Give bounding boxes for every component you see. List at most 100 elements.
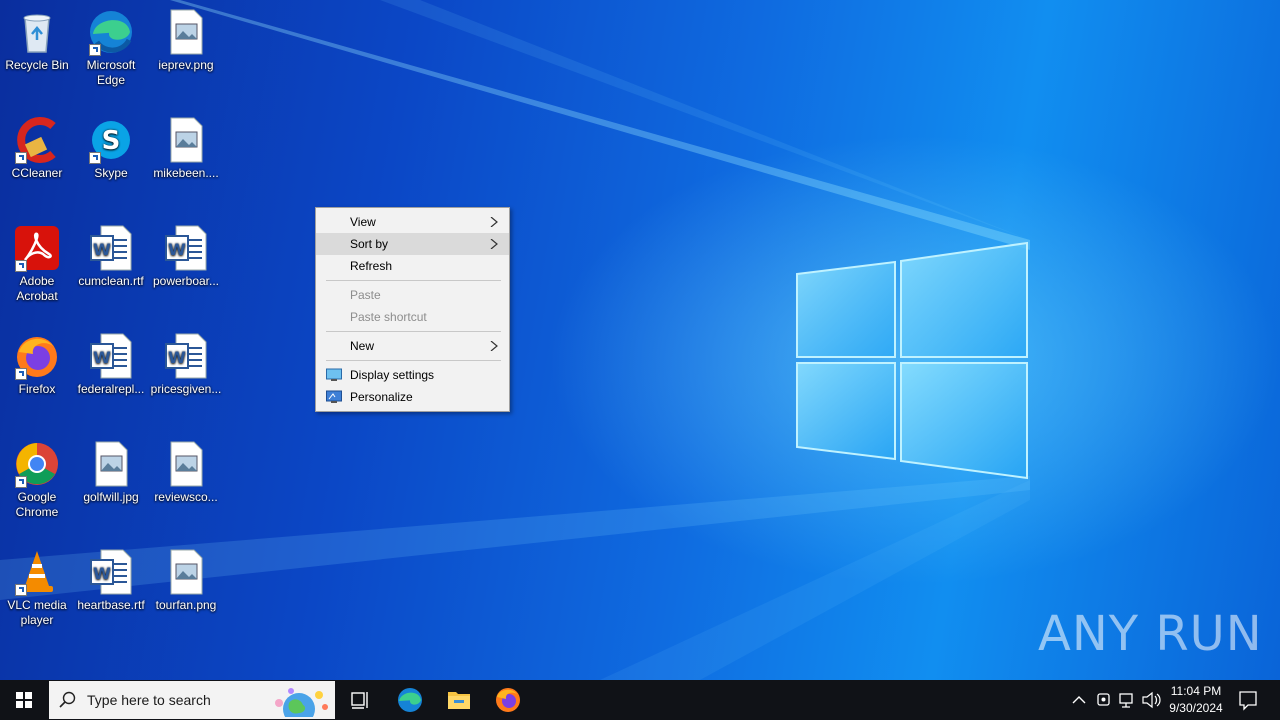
- menu-item-label: Display settings: [350, 368, 435, 382]
- icon-label: Skype: [94, 166, 128, 180]
- word-file-icon: W: [90, 225, 132, 271]
- word-file-icon: W: [165, 225, 207, 271]
- network-icon[interactable]: [1116, 680, 1138, 720]
- anyrun-watermark: ANY RUN: [1038, 606, 1263, 662]
- windows-start-icon: [16, 692, 32, 708]
- icon-label: Adobe Acrobat: [16, 274, 58, 303]
- desktop[interactable]: Recycle Bin Microsoft Edge ieprev.png CC…: [0, 0, 1280, 680]
- desktop-icon-reviewsco[interactable]: reviewsco...: [149, 440, 223, 505]
- desktop-icon-federalrepl[interactable]: W federalrepl...: [74, 332, 148, 397]
- menu-item-view[interactable]: View: [316, 211, 509, 233]
- search-placeholder: Type here to search: [87, 692, 211, 708]
- icon-label: pricesgiven...: [150, 382, 222, 396]
- recycle-bin-icon: [23, 14, 51, 53]
- desktop-icon-heartbase[interactable]: W heartbase.rtf: [74, 548, 148, 613]
- meet-now-icon[interactable]: [1092, 680, 1114, 720]
- word-file-icon: W: [90, 549, 132, 595]
- desktop-icon-golfwill[interactable]: golfwill.jpg: [74, 440, 148, 505]
- desktop-icon-skype[interactable]: S Skype: [74, 116, 148, 181]
- edge-icon: [398, 688, 422, 712]
- shortcut-arrow-icon: [15, 260, 27, 272]
- icon-label: VLC media player: [7, 598, 67, 627]
- desktop-icon-ccleaner[interactable]: CCleaner: [0, 116, 74, 181]
- desktop-icon-edge[interactable]: Microsoft Edge: [74, 8, 148, 88]
- taskbar-search-box[interactable]: Type here to search: [49, 681, 335, 719]
- icon-label: golfwill.jpg: [83, 490, 139, 504]
- desktop-icon-tourfan[interactable]: tourfan.png: [149, 548, 223, 613]
- icon-label: tourfan.png: [155, 598, 217, 612]
- menu-item-sort-by[interactable]: Sort by: [316, 233, 509, 255]
- icon-label: powerboar...: [152, 274, 220, 288]
- shortcut-arrow-icon: [15, 152, 27, 164]
- desktop-icon-powerboar[interactable]: W powerboar...: [149, 224, 223, 289]
- svg-text:W: W: [93, 348, 111, 367]
- menu-item-label: Personalize: [350, 390, 413, 404]
- volume-icon[interactable]: [1140, 680, 1162, 720]
- windows-logo-wallpaper: [796, 241, 1028, 480]
- desktop-icon-mikebeen[interactable]: mikebeen....: [149, 116, 223, 181]
- chevron-right-icon: [490, 217, 498, 227]
- menu-item-refresh[interactable]: Refresh: [316, 255, 509, 277]
- icon-label: CCleaner: [11, 166, 63, 180]
- file-explorer-icon: [448, 692, 470, 709]
- image-file-icon: [170, 117, 203, 163]
- icon-label: heartbase.rtf: [77, 598, 145, 612]
- menu-item-label: New: [350, 339, 375, 353]
- search-icon: [59, 691, 76, 708]
- menu-item-display-settings[interactable]: Display settings: [316, 364, 509, 386]
- icon-label: cumclean.rtf: [78, 274, 144, 288]
- search-highlight-illustration: [275, 688, 328, 717]
- desktop-icon-cumclean[interactable]: W cumclean.rtf: [74, 224, 148, 289]
- personalize-icon: [326, 390, 342, 403]
- icon-label: reviewsco...: [154, 490, 218, 504]
- svg-text:W: W: [93, 564, 111, 583]
- taskbar-clock[interactable]: 11:04 PM 9/30/2024: [1166, 683, 1226, 717]
- clock-time: 11:04 PM: [1170, 684, 1222, 698]
- clock-date: 9/30/2024: [1169, 701, 1223, 715]
- desktop-icon-recycle-bin[interactable]: Recycle Bin: [0, 8, 74, 73]
- icon-label: Google Chrome: [15, 490, 59, 519]
- desktop-icon-adobe-acrobat[interactable]: Adobe Acrobat: [0, 224, 74, 304]
- menu-item-label: Refresh: [350, 259, 393, 273]
- icon-label: Firefox: [18, 382, 56, 396]
- svg-text:W: W: [93, 240, 111, 259]
- icon-label: ieprev.png: [158, 58, 214, 72]
- desktop-icon-google-chrome[interactable]: Google Chrome: [0, 440, 74, 520]
- desktop-icon-ieprev[interactable]: ieprev.png: [149, 8, 223, 73]
- taskbar-file-explorer-button[interactable]: [435, 680, 483, 720]
- menu-item-paste[interactable]: Paste: [316, 284, 509, 306]
- desktop-icon-vlc[interactable]: VLC media player: [0, 548, 74, 628]
- desktop-icon-firefox[interactable]: Firefox: [0, 332, 74, 397]
- menu-item-label: Sort by: [350, 237, 389, 251]
- shortcut-arrow-icon: [89, 44, 101, 56]
- svg-text:W: W: [168, 240, 186, 259]
- menu-separator: [326, 360, 501, 361]
- taskbar-firefox-button[interactable]: [484, 680, 532, 720]
- display-icon: [326, 368, 342, 381]
- shortcut-arrow-icon: [15, 476, 27, 488]
- chevron-right-icon: [490, 341, 498, 351]
- shortcut-arrow-icon: [89, 152, 101, 164]
- word-file-icon: W: [165, 333, 207, 379]
- menu-item-paste-shortcut[interactable]: Paste shortcut: [316, 306, 509, 328]
- desktop-icon-pricesgiven[interactable]: W pricesgiven...: [149, 332, 223, 397]
- shortcut-arrow-icon: [15, 584, 27, 596]
- image-file-icon: [170, 441, 203, 487]
- chevron-up-icon[interactable]: [1068, 680, 1090, 720]
- svg-text:W: W: [168, 348, 186, 367]
- notification-icon[interactable]: [1236, 680, 1260, 720]
- menu-item-label: View: [350, 215, 376, 229]
- taskbar-edge-button[interactable]: [386, 680, 434, 720]
- menu-item-label: Paste shortcut: [350, 310, 427, 324]
- image-file-icon: [95, 441, 128, 487]
- firefox-icon: [496, 688, 520, 712]
- menu-item-new[interactable]: New: [316, 335, 509, 357]
- shortcut-arrow-icon: [15, 368, 27, 380]
- word-file-icon: W: [90, 333, 132, 379]
- task-view-button[interactable]: [336, 680, 384, 720]
- icon-label: federalrepl...: [77, 382, 145, 396]
- chevron-right-icon: [490, 239, 498, 249]
- desktop-context-menu: View Sort by Refresh Paste Paste shortcu…: [315, 207, 510, 412]
- menu-item-personalize[interactable]: Personalize: [316, 386, 509, 408]
- start-button[interactable]: [0, 680, 48, 720]
